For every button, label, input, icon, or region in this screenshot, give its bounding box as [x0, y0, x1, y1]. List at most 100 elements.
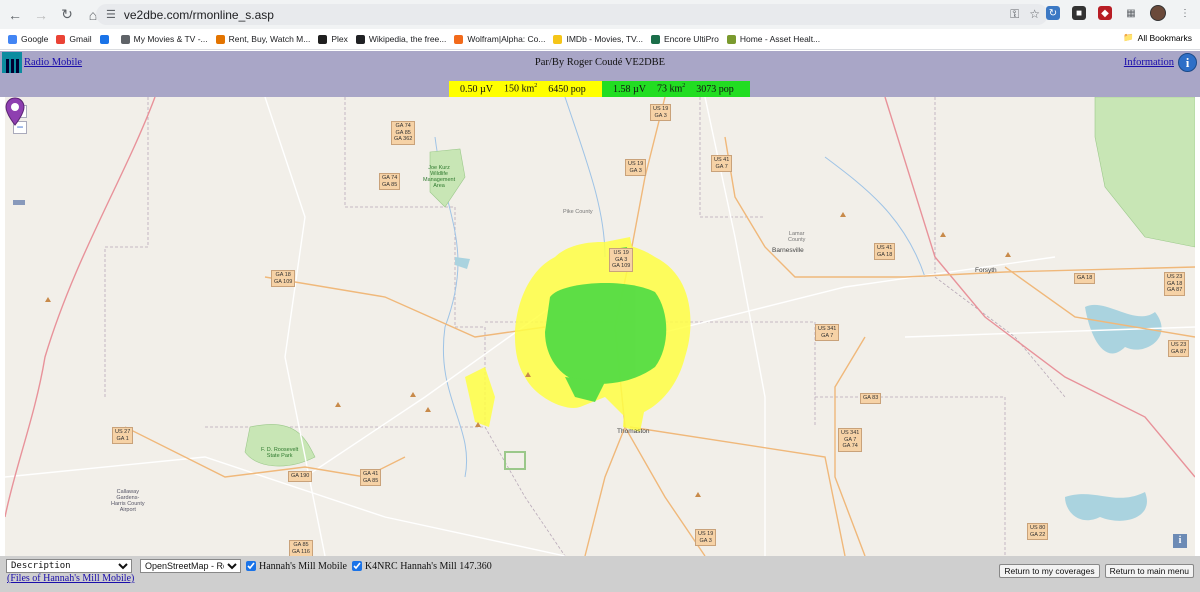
google-icon — [8, 34, 17, 44]
legend-green-area: 73 km2 — [656, 83, 686, 95]
all-bookmarks[interactable]: 📁 All Bookmarks — [1123, 32, 1192, 43]
back-icon[interactable]: ← — [4, 4, 26, 26]
hannahs-mill-mobile-toggle[interactable]: Hannah's Mill Mobile — [246, 561, 347, 572]
apps-grid-icon — [99, 34, 109, 44]
profile-avatar[interactable] — [1150, 5, 1166, 21]
location-pin-icon[interactable] — [5, 97, 25, 127]
map-attribution-icon[interactable]: i — [1173, 534, 1187, 548]
browser-toolbar: ← → ↻ ⌂ ☰ ve2dbe.com/rmonline_s.asp ⚿ ☆ … — [0, 0, 1200, 29]
bookmark-label: Plex — [331, 34, 348, 44]
coverage-legend: 0.50 µV 150 km2 6450 pop 1.58 µV 73 km2 … — [0, 75, 1200, 97]
bookmark-item[interactable]: My Movies & TV -... — [120, 34, 208, 44]
bookmark-item[interactable]: Encore UltiPro — [651, 34, 719, 44]
forward-icon[interactable]: → — [30, 4, 52, 26]
road-shield: GA 18 GA 109 — [271, 270, 296, 287]
k4nrc-checkbox[interactable] — [351, 561, 362, 571]
road-shield: GA 83 — [860, 393, 882, 404]
place-label: Pike County — [563, 209, 593, 215]
road-shield: US 23 GA 87 — [1168, 340, 1190, 357]
k4nrc-label: K4NRC Hannah's Mill 147.360 — [364, 560, 492, 572]
bookmark-label: Wikipedia, the free... — [368, 34, 447, 44]
place-label: Callaway Gardens- Harris County Airport — [111, 489, 145, 513]
address-url[interactable]: ve2dbe.com/rmonline_s.asp — [124, 8, 274, 22]
hannahs-mill-mobile-label: Hannah's Mill Mobile — [259, 560, 347, 572]
bookmark-label: IMDb - Movies, TV... — [566, 34, 644, 44]
information-link[interactable]: Information — [1124, 57, 1174, 68]
zoom-slider-handle[interactable] — [13, 200, 25, 205]
road-shield: US 23 GA 18 GA 87 — [1164, 272, 1186, 296]
place-label: Forsyth — [975, 267, 997, 274]
wikipedia-icon — [355, 34, 365, 44]
road-shield: US 19 GA 3 — [625, 159, 647, 176]
movies-icon — [120, 34, 130, 44]
password-key-icon[interactable]: ⚿ — [1010, 7, 1019, 22]
bookmark-item[interactable]: Gmail — [56, 34, 92, 44]
extension-shield-icon[interactable]: ◆ — [1098, 6, 1112, 20]
road-shield: GA 190 — [288, 471, 313, 482]
bookmark-label: Home - Asset Healt... — [739, 34, 821, 44]
legend-green-field: 1.58 µV — [613, 83, 646, 95]
description-select[interactable]: Description — [6, 559, 132, 573]
map-type-select[interactable]: OpenStreetMap - Road — [140, 559, 241, 573]
browser-menu-icon[interactable]: ⋮ — [1178, 6, 1192, 20]
road-shield: GA 74 GA 85 — [379, 173, 401, 190]
bookmark-item[interactable] — [99, 34, 113, 44]
road-shield: GA 41 GA 85 — [360, 469, 382, 486]
asset-icon — [726, 34, 736, 44]
bookmark-item[interactable]: Wolfram|Alpha: Co... — [454, 34, 545, 44]
place-label: Thomaston — [617, 428, 650, 435]
road-shield: US 341 GA 7 — [815, 324, 840, 341]
k4nrc-toggle[interactable]: K4NRC Hannah's Mill 147.360 — [351, 560, 492, 572]
bookmark-label: Encore UltiPro — [664, 34, 719, 44]
bookmark-label: Google — [21, 34, 49, 44]
bookmarks-bar: Google Gmail My Movies & TV -... Rent, Buy,… — [0, 29, 1200, 50]
bookmark-item[interactable]: Rent, Buy, Watch M... — [215, 34, 311, 44]
imdb-icon — [553, 34, 563, 44]
information-icon[interactable]: i — [1178, 53, 1197, 72]
extension-refresh-icon[interactable]: ↻ — [1046, 6, 1060, 20]
page: ← → ↻ ⌂ ☰ ve2dbe.com/rmonline_s.asp ⚿ ☆ … — [0, 0, 1200, 592]
bookmark-item[interactable]: Wikipedia, the free... — [355, 34, 447, 44]
road-shield: US 41 GA 7 — [711, 155, 733, 172]
road-shield: US 19 GA 3 — [650, 104, 672, 121]
reload-icon[interactable]: ↻ — [56, 4, 78, 26]
map-base — [5, 97, 1195, 556]
hannahs-mill-mobile-checkbox[interactable] — [246, 561, 256, 571]
legend-yellow-field: 0.50 µV — [460, 83, 493, 95]
return-coverages-button[interactable]: Return to my coverages — [999, 564, 1100, 578]
plex-icon — [318, 34, 328, 44]
author-credit: Par/By Roger Coudé VE2DBE — [534, 57, 666, 68]
rent-icon — [215, 34, 225, 44]
gmail-icon — [56, 34, 66, 44]
place-label: Joe Kurz Wildlife Management Area — [423, 165, 456, 189]
road-shield: US 80 GA 22 — [1027, 523, 1049, 540]
folder-icon: 📁 — [1123, 32, 1134, 42]
road-shield: GA 18 — [1074, 273, 1096, 284]
all-bookmarks-label: All Bookmarks — [1137, 32, 1192, 43]
legend-yellow: 0.50 µV 150 km2 6450 pop — [449, 81, 602, 97]
bookmark-label: Rent, Buy, Watch M... — [228, 34, 311, 44]
site-info-icon[interactable]: ☰ — [106, 8, 116, 21]
legend-yellow-pop: 6450 pop — [548, 83, 586, 95]
coverage-map[interactable]: + − GA 74 GA 85 GA 362 US 19 GA 3 US 19 … — [5, 97, 1195, 556]
road-shield: GA 85 GA 116 — [289, 540, 313, 556]
place-label: F. D. Roosevelt State Park — [261, 447, 299, 459]
wolfram-icon — [454, 34, 464, 44]
bookmark-item[interactable]: Plex — [318, 34, 348, 44]
road-shield: US 19 GA 3 — [695, 529, 717, 546]
extension-box-icon[interactable]: ■ — [1072, 6, 1086, 20]
legend-yellow-area: 150 km2 — [503, 83, 538, 95]
place-label: Lamar County — [788, 231, 806, 243]
files-link[interactable]: (Files of Hannah's Mill Mobile) — [7, 573, 134, 584]
legend-green-pop: 3073 pop — [696, 83, 734, 95]
extensions-puzzle-icon[interactable]: ▦ — [1124, 6, 1138, 20]
bookmark-item[interactable]: Home - Asset Healt... — [726, 34, 821, 44]
bookmark-item[interactable]: IMDb - Movies, TV... — [553, 34, 643, 44]
bookmark-star-icon[interactable]: ☆ — [1029, 7, 1040, 22]
address-bar[interactable]: ☰ ve2dbe.com/rmonline_s.asp ⚿ ☆ — [96, 4, 1048, 25]
road-shield: US 27 GA 1 — [112, 427, 134, 444]
return-main-menu-button[interactable]: Return to main menu — [1104, 564, 1194, 578]
road-shield: US 341 GA 7 GA 74 — [838, 428, 863, 452]
bookmark-item[interactable]: Google — [8, 34, 48, 44]
bookmark-label: Wolfram|Alpha: Co... — [467, 34, 546, 44]
